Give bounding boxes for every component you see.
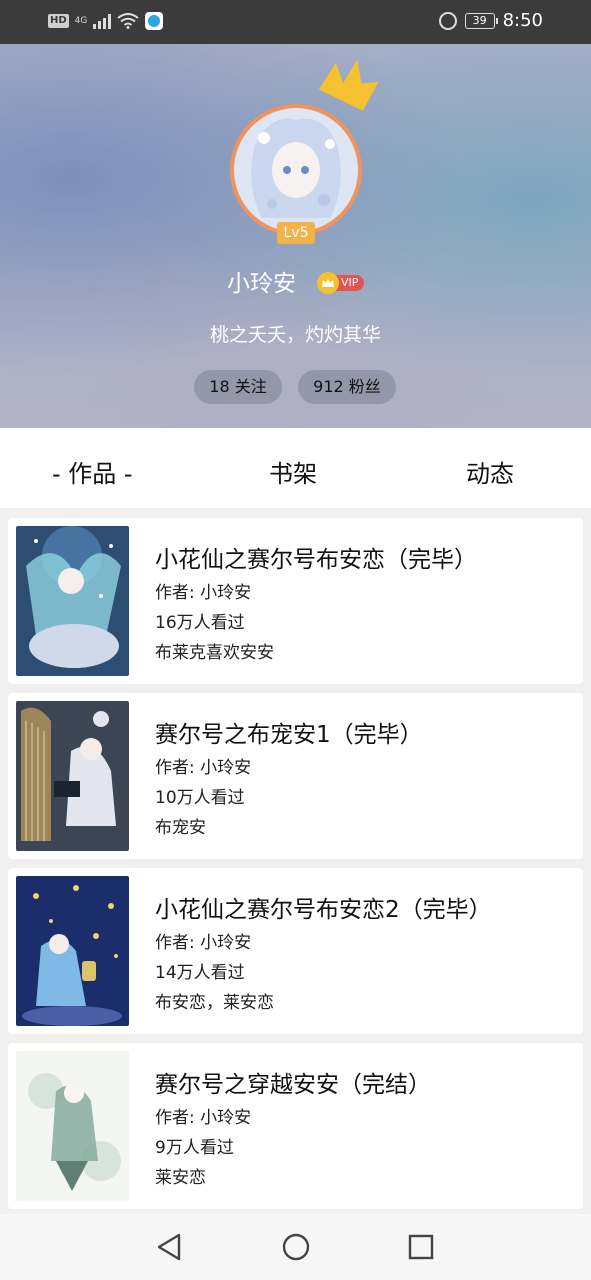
work-views: 9万人看过 xyxy=(155,1138,234,1158)
work-title: 小花仙之赛尔号布安恋（完毕） xyxy=(155,547,477,573)
status-bar: HD 4G 39 8:50 xyxy=(0,0,591,44)
vip-badge: VIP xyxy=(317,272,365,294)
home-circle-icon[interactable] xyxy=(281,1232,311,1262)
work-tags: 布宠安 xyxy=(155,818,206,838)
work-card[interactable]: 小花仙之赛尔号布安恋2（完毕） 作者: 小玲安 14万人看过 布安恋，莱安恋 xyxy=(8,868,583,1034)
username: 小玲安 xyxy=(227,271,296,297)
work-author: 作者: 小玲安 xyxy=(155,583,252,603)
work-tags: 莱安恋 xyxy=(155,1168,206,1188)
network-type: 4G xyxy=(74,15,88,26)
nfc-icon xyxy=(438,11,457,30)
work-author: 作者: 小玲安 xyxy=(155,933,252,953)
work-cover-image xyxy=(16,701,129,851)
level-badge: Lv5 xyxy=(277,222,315,244)
work-author: 作者: 小玲安 xyxy=(155,1108,252,1128)
work-author: 作者: 小玲安 xyxy=(155,758,252,778)
work-card[interactable]: 赛尔号之布宠安1（完毕） 作者: 小玲安 10万人看过 布宠安 xyxy=(8,693,583,859)
work-views: 16万人看过 xyxy=(155,613,245,633)
work-cover-image xyxy=(16,876,129,1026)
profile-header: Lv5 小玲安 VIP 桃之夭夭，灼灼其华 18 关注 912 粉丝 xyxy=(0,44,591,428)
work-views: 14万人看过 xyxy=(155,963,245,983)
tab-works[interactable]: - 作品 - xyxy=(52,454,133,489)
work-views: 10万人看过 xyxy=(155,788,245,808)
profile-tabs: - 作品 - 书架 动态 xyxy=(0,428,591,508)
clock: 8:50 xyxy=(502,10,543,31)
work-title: 赛尔号之布宠安1（完毕） xyxy=(155,722,423,748)
work-title: 赛尔号之穿越安安（完结） xyxy=(155,1072,431,1098)
work-cover-image xyxy=(16,526,129,676)
following-count-button[interactable]: 18 关注 xyxy=(194,370,282,404)
recents-square-icon[interactable] xyxy=(407,1232,435,1262)
work-tags: 布安恋，莱安恋 xyxy=(155,993,274,1013)
work-tags: 布莱克喜欢安安 xyxy=(155,643,274,663)
work-card[interactable]: 小花仙之赛尔号布安恋（完毕） 作者: 小玲安 16万人看过 布莱克喜欢安安 xyxy=(8,518,583,684)
system-nav-bar xyxy=(0,1214,591,1280)
signal-icon xyxy=(93,13,112,29)
back-triangle-icon[interactable] xyxy=(155,1232,183,1262)
work-card[interactable]: 赛尔号之穿越安安（完结） 作者: 小玲安 9万人看过 莱安恋 xyxy=(8,1043,583,1209)
work-title: 小花仙之赛尔号布安恋2（完毕） xyxy=(155,897,492,923)
profile-motto: 桃之夭夭，灼灼其华 xyxy=(209,324,381,346)
battery-icon: 39 xyxy=(464,12,498,29)
hd-badge: HD xyxy=(48,14,69,28)
app-notification-icon xyxy=(145,12,164,30)
avatar-image xyxy=(234,108,358,232)
tab-activity[interactable]: 动态 xyxy=(466,454,514,489)
wifi-icon xyxy=(117,13,139,29)
vip-crown-icon xyxy=(317,272,339,294)
work-cover-image xyxy=(16,1051,129,1201)
tab-bookshelf[interactable]: 书架 xyxy=(269,454,317,489)
avatar[interactable] xyxy=(230,104,362,236)
crown-icon xyxy=(318,59,378,111)
fans-count-button[interactable]: 912 粉丝 xyxy=(298,370,396,404)
